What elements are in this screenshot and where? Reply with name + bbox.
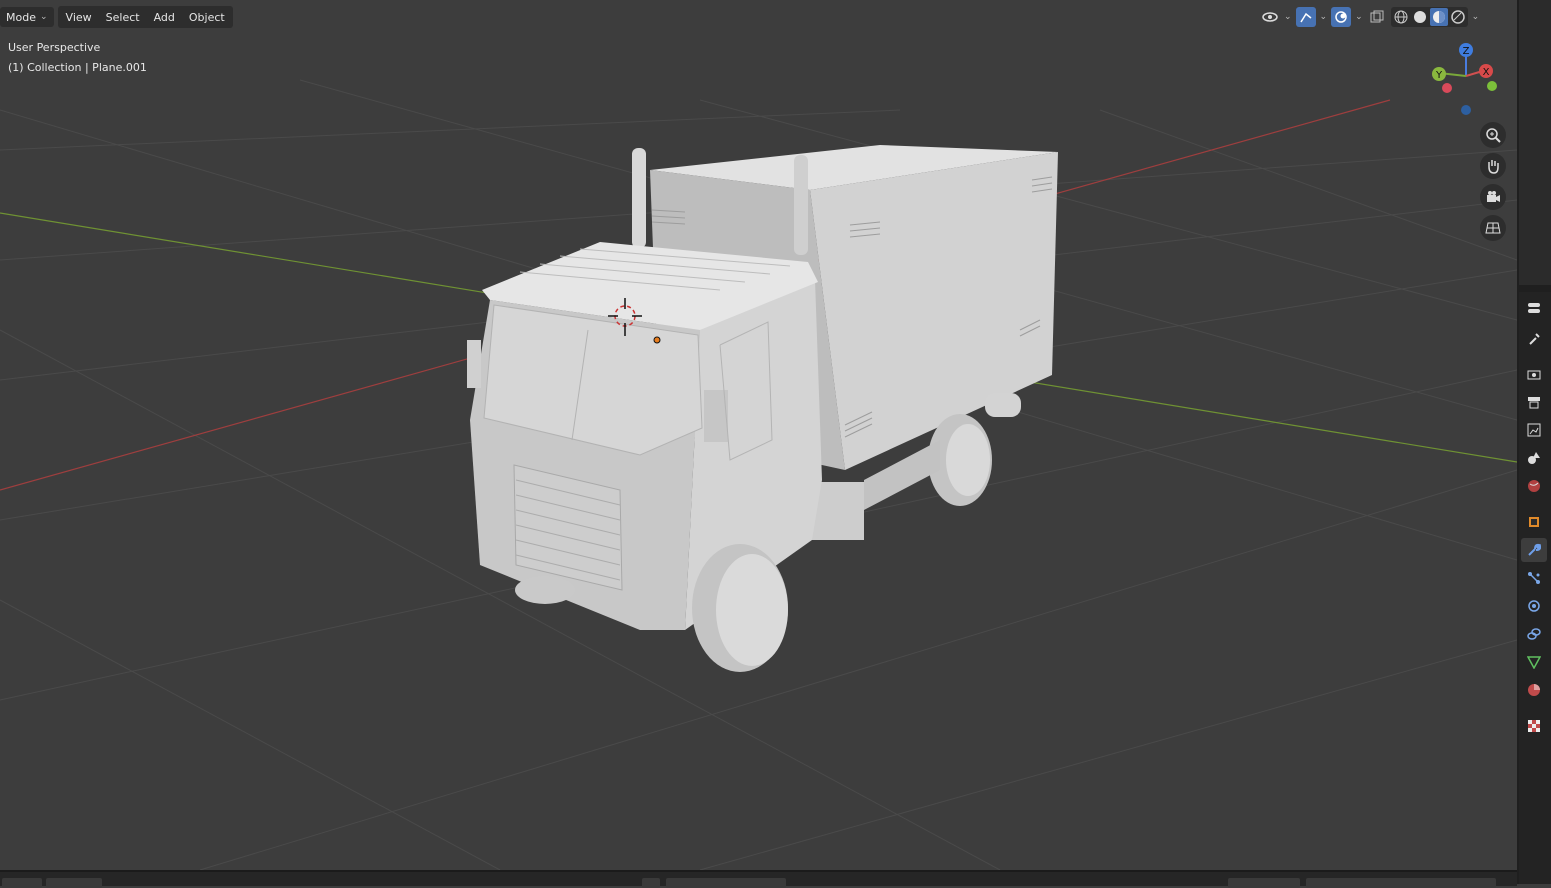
zoom-icon[interactable] [1480, 122, 1506, 148]
timeline-frame-range[interactable] [1306, 878, 1496, 888]
scene-icon[interactable] [1521, 446, 1547, 470]
hand-pan-icon[interactable] [1480, 153, 1506, 179]
object-icon[interactable] [1521, 510, 1547, 534]
data-icon[interactable] [1521, 650, 1547, 674]
mode-dropdown[interactable]: Mode ⌄ [0, 7, 54, 27]
outliner-sliver [1519, 0, 1551, 285]
particles-icon[interactable] [1521, 566, 1547, 590]
menu-object[interactable]: Object [183, 7, 231, 27]
viewport-info-overlay: User Perspective (1) Collection | Plane.… [8, 38, 147, 78]
collection-label: (1) Collection | Plane.001 [8, 61, 147, 74]
chevron-down-icon[interactable]: ⌄ [1355, 12, 1363, 22]
visibility-eye-icon[interactable] [1260, 7, 1280, 27]
menu-select[interactable]: Select [100, 7, 146, 27]
editor-type-icon[interactable] [1521, 296, 1547, 320]
navigation-gizmo[interactable]: Z X Y [1425, 40, 1505, 120]
modifier-icon[interactable] [1521, 538, 1547, 562]
tool-icon[interactable] [1521, 326, 1547, 350]
timeline-playback-controls[interactable] [666, 878, 786, 888]
material-icon[interactable] [1521, 678, 1547, 702]
chevron-down-icon[interactable]: ⌄ [1320, 12, 1328, 22]
output-icon[interactable] [1521, 390, 1547, 414]
shading-mode-group [1390, 7, 1468, 27]
overlays-toggle-icon[interactable] [1331, 7, 1352, 27]
xray-toggle-icon[interactable] [1367, 7, 1387, 27]
timeline-current-frame[interactable] [1228, 878, 1300, 888]
texture-icon[interactable] [1521, 714, 1547, 738]
gizmo-toggle-icon[interactable] [1295, 7, 1316, 27]
physics-icon[interactable] [1521, 594, 1547, 618]
view-layer-icon[interactable] [1521, 418, 1547, 442]
timeline-record-button[interactable] [642, 878, 660, 888]
object-origin [653, 336, 661, 344]
gizmo-y-label: Y [1435, 70, 1443, 81]
wireframe-shading-icon[interactable] [1392, 8, 1410, 26]
chevron-down-icon[interactable]: ⌄ [1472, 12, 1480, 22]
viewport-scene [0, 79, 1517, 870]
viewport-header-right: ⌄ ⌄ ⌄ ⌄ [1260, 6, 1479, 28]
render-icon[interactable] [1521, 362, 1547, 386]
timeline-editor-button[interactable] [2, 878, 42, 888]
3d-viewport[interactable]: Mode ⌄ View Select Add Object User Persp… [0, 0, 1517, 870]
chevron-down-icon[interactable]: ⌄ [1284, 12, 1292, 22]
world-icon[interactable] [1521, 474, 1547, 498]
solid-shading-icon[interactable] [1411, 8, 1429, 26]
gizmo-z-label: Z [1463, 46, 1470, 57]
material-shading-icon[interactable] [1429, 8, 1448, 26]
perspective-label: User Perspective [8, 41, 101, 54]
chevron-down-icon: ⌄ [39, 12, 48, 22]
camera-icon[interactable] [1480, 184, 1506, 210]
menu-add[interactable]: Add [148, 7, 181, 27]
gizmo-x-label: X [1483, 67, 1490, 78]
timeline-menu-button[interactable] [46, 878, 102, 888]
mode-label: Mode [6, 10, 36, 24]
rendered-shading-icon[interactable] [1449, 8, 1467, 26]
truck-model[interactable] [467, 145, 1058, 672]
viewport-header: Mode ⌄ View Select Add Object [0, 5, 233, 29]
menu-view[interactable]: View [60, 7, 98, 27]
constraints-icon[interactable] [1521, 622, 1547, 646]
header-menus: View Select Add Object [57, 6, 233, 28]
grid-ortho-icon[interactable] [1480, 215, 1506, 241]
